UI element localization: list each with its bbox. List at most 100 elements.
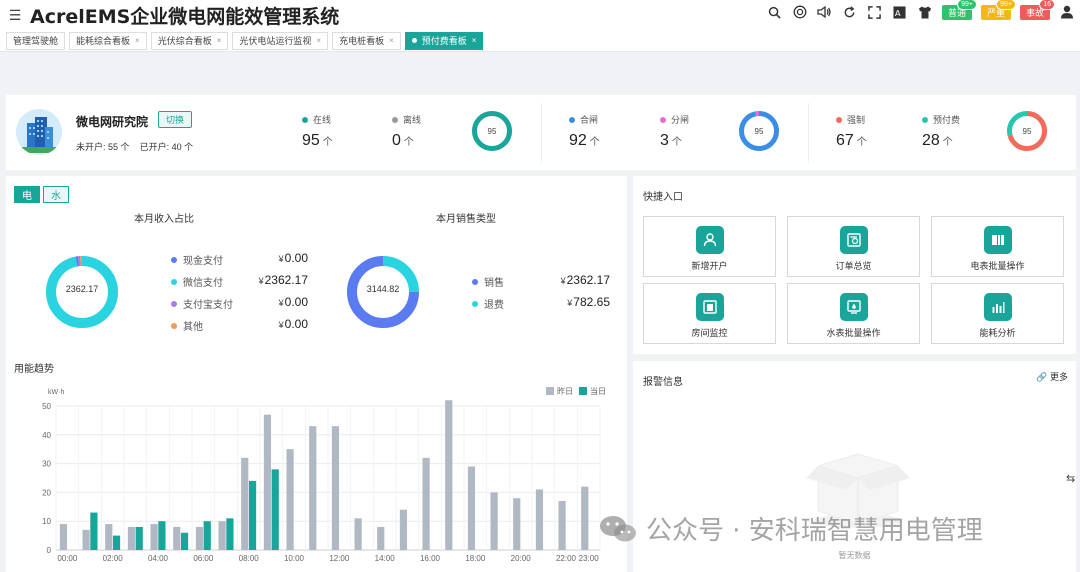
quick-room-monitor-button[interactable]: 房间监控	[643, 283, 776, 344]
x-tick-label: 08:00	[239, 554, 260, 563]
more-link[interactable]: 🔗 更多	[1036, 370, 1068, 383]
quick-water-batch-button[interactable]: 水表批量操作	[787, 283, 920, 344]
switch-button[interactable]: 切换	[158, 111, 193, 128]
alarm-serious-badge[interactable]: 严重 99+	[980, 0, 1016, 20]
bar[interactable]	[377, 526, 385, 550]
alarm-accident-badge[interactable]: 事故 16	[1019, 0, 1055, 20]
bar[interactable]	[173, 526, 181, 550]
x-tick-label: 18:00	[465, 554, 486, 563]
bar[interactable]	[158, 521, 166, 550]
bar[interactable]	[581, 486, 589, 550]
quick-order-overview-button[interactable]: 订单总览	[787, 216, 920, 277]
income-ratio-title: 本月收入占比	[134, 214, 194, 225]
bar[interactable]	[82, 529, 90, 550]
bar[interactable]	[263, 414, 272, 550]
quick-label: 订单总览	[835, 261, 872, 271]
y-tick-label: 0	[47, 546, 52, 555]
refresh-icon[interactable]	[842, 4, 858, 20]
bar[interactable]	[248, 480, 257, 550]
x-tick-label: 20:00	[511, 554, 532, 563]
badge-count: 99+	[996, 0, 1016, 10]
tab-energy-board[interactable]: 能耗综合看板 ×	[69, 31, 147, 50]
font-icon[interactable]: A	[892, 4, 908, 20]
stat-label: 离线	[403, 115, 422, 125]
bar[interactable]	[105, 524, 113, 550]
toggle-water[interactable]: 水	[43, 186, 69, 203]
help-icon[interactable]	[792, 4, 808, 20]
bar[interactable]	[150, 524, 158, 550]
x-tick-label: 00:00	[57, 554, 78, 563]
meter-batch-icon	[984, 226, 1012, 254]
close-icon[interactable]: ×	[217, 36, 222, 45]
legend-refund: 退费	[472, 296, 504, 311]
bar[interactable]	[422, 457, 430, 550]
tab-charging-board[interactable]: 充电桩看板 ×	[332, 31, 401, 50]
bar[interactable]	[309, 426, 317, 550]
bar[interactable]	[445, 400, 453, 550]
quick-add-account-button[interactable]: 新增开户	[643, 216, 776, 277]
water-meter-icon	[840, 293, 868, 321]
bar[interactable]	[59, 524, 68, 550]
tab-pv-board[interactable]: 光伏综合看板 ×	[150, 31, 229, 50]
shirt-icon[interactable]	[917, 4, 933, 20]
order-icon	[840, 226, 868, 254]
bar[interactable]	[135, 526, 143, 550]
tab-label: 充电桩看板	[339, 36, 385, 46]
unit: 个	[184, 142, 194, 152]
stat-value: 92	[569, 132, 587, 149]
quick-energy-analysis-button[interactable]: 能耗分析	[931, 283, 1064, 344]
bar[interactable]	[203, 521, 211, 550]
legend-item[interactable]: 当日	[579, 386, 606, 396]
legend-label: 昨日	[557, 386, 573, 396]
bar[interactable]	[558, 501, 566, 550]
toggle-electric[interactable]: 电	[14, 186, 40, 203]
menu-icon[interactable]: ☰	[0, 7, 30, 24]
bar[interactable]	[226, 518, 234, 550]
bar[interactable]	[180, 532, 189, 550]
close-icon[interactable]: ×	[389, 36, 394, 45]
bar[interactable]	[513, 498, 521, 550]
opened-value: 40	[171, 142, 182, 152]
amount-wechat: ¥2362.17	[258, 273, 308, 287]
tab-cockpit[interactable]: 管理驾驶舱	[6, 31, 66, 50]
bar[interactable]	[354, 518, 362, 550]
bar[interactable]	[467, 466, 476, 550]
alarm-normal-badge[interactable]: 普通 99+	[941, 0, 977, 20]
user-icon[interactable]	[1059, 4, 1075, 20]
bar[interactable]	[286, 449, 294, 550]
online-ring-chart: 95	[472, 111, 512, 151]
bar[interactable]	[90, 512, 98, 550]
fullscreen-icon[interactable]	[867, 4, 883, 20]
quick-meter-batch-button[interactable]: 电表批量操作	[931, 216, 1064, 277]
opened-label: 已开户:	[139, 142, 172, 152]
close-icon[interactable]: ×	[316, 36, 321, 45]
bar[interactable]	[331, 426, 340, 550]
bar[interactable]	[127, 526, 136, 550]
summary-card: 微电网研究院 切换 未开户: 55 个 已开户: 40 个 在线 95 个 离线 …	[6, 95, 1076, 170]
tab-prepaid-board[interactable]: 预付费看板 ×	[404, 31, 484, 50]
tab-pv-monitor[interactable]: 光伏电站运行监视 ×	[232, 31, 329, 50]
close-icon[interactable]: ×	[472, 36, 477, 45]
volume-icon[interactable]	[817, 4, 833, 20]
bar[interactable]	[490, 492, 498, 550]
bar[interactable]	[535, 489, 544, 550]
bar[interactable]	[271, 469, 279, 550]
bar[interactable]	[218, 521, 226, 550]
tab-label: 预付费看板	[421, 36, 467, 46]
unit: 个	[403, 137, 414, 148]
bar[interactable]	[241, 457, 249, 550]
close-icon[interactable]: ×	[135, 36, 140, 45]
badge-count: 99+	[957, 0, 977, 10]
ring-center-label: 95	[755, 127, 764, 136]
bar[interactable]	[399, 509, 408, 550]
x-tick-label: 22:00	[556, 554, 577, 563]
mode-ring-chart: 95	[1007, 111, 1047, 151]
unit: 个	[322, 137, 333, 148]
settings-toggle-icon[interactable]: ⇆	[1066, 472, 1075, 485]
ring-center-label: 95	[488, 127, 497, 136]
sales-type-title: 本月销售类型	[436, 214, 496, 225]
legend-item[interactable]: 昨日	[546, 386, 573, 396]
bar[interactable]	[195, 526, 204, 550]
bar[interactable]	[112, 535, 121, 550]
search-icon[interactable]	[767, 4, 783, 20]
